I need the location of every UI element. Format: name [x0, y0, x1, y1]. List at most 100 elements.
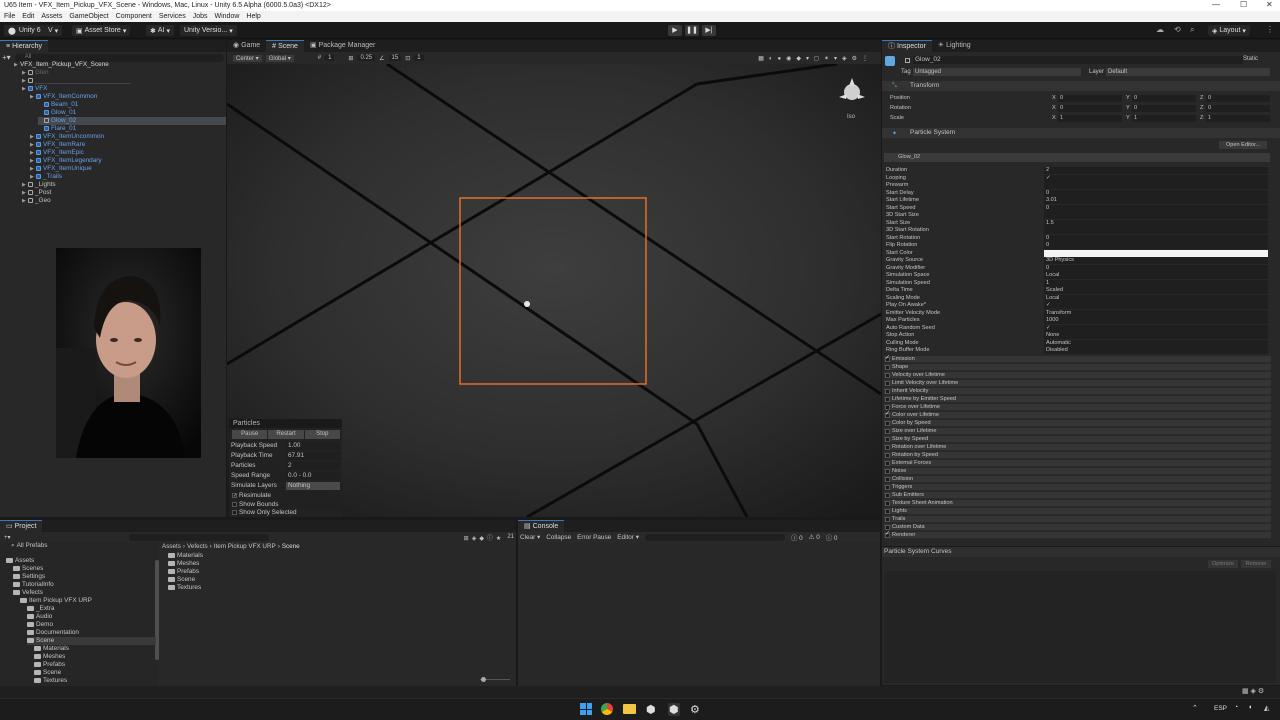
- menu-edit[interactable]: Edit: [22, 13, 34, 20]
- project-tree-item[interactable]: Audio: [27, 613, 52, 621]
- pivot-dropdown[interactable]: Center ▾: [233, 54, 262, 62]
- ps-property-value[interactable]: 0: [1044, 189, 1268, 197]
- tab-hierarchy[interactable]: ≡ Hierarchy: [0, 40, 49, 52]
- ps-property-value[interactable]: Automatic: [1044, 339, 1268, 347]
- project-tree-scrollbar[interactable]: [155, 560, 159, 660]
- transform-x-field[interactable]: 1: [1058, 115, 1122, 122]
- hierarchy-item[interactable]: ▶ VFX_ItemLegendary: [30, 157, 102, 165]
- ps-property-value[interactable]: [1044, 249, 1268, 257]
- ps-module-checkbox[interactable]: [885, 485, 890, 490]
- ps-property-value[interactable]: 0: [1044, 264, 1268, 272]
- ps-property-value[interactable]: 1.5: [1044, 219, 1268, 227]
- ps-module-checkbox[interactable]: [885, 421, 890, 426]
- project-file-item[interactable]: Meshes: [168, 560, 199, 568]
- project-tree-item[interactable]: Prefabs: [34, 661, 65, 669]
- project-tree-item[interactable]: Demo: [27, 621, 53, 629]
- unity-editor-icon[interactable]: ⬢: [668, 703, 680, 716]
- ps-module-checkbox[interactable]: [885, 469, 890, 474]
- ps-property-value[interactable]: ✓: [1044, 302, 1268, 309]
- start-icon[interactable]: [580, 703, 592, 715]
- menu-assets[interactable]: Assets: [41, 13, 62, 20]
- menu-component[interactable]: Component: [116, 13, 152, 20]
- ps-property-value[interactable]: Disabled: [1044, 347, 1268, 354]
- ps-property-value[interactable]: 0: [1044, 234, 1268, 242]
- menu-jobs[interactable]: Jobs: [193, 13, 208, 20]
- particles-restart-button[interactable]: Restart: [268, 430, 304, 439]
- ps-property-value[interactable]: Local: [1044, 294, 1268, 302]
- particles-row-value[interactable]: 1.00: [286, 442, 340, 450]
- ps-property-value[interactable]: ✓: [1044, 174, 1268, 182]
- ps-module-checkbox[interactable]: [885, 453, 890, 458]
- ps-module-checkbox[interactable]: [885, 445, 890, 450]
- ps-module-row[interactable]: Size over Lifetime: [884, 428, 1271, 435]
- transform-z-field[interactable]: 0: [1206, 95, 1270, 102]
- transform-y-field[interactable]: 0: [1132, 105, 1196, 112]
- project-tree-item[interactable]: Meshes: [34, 653, 65, 661]
- hierarchy-item[interactable]: ▶ _Geo: [22, 197, 51, 205]
- layout-dropdown[interactable]: ◈ Layout ▾: [1208, 25, 1250, 36]
- particles-stop-button[interactable]: Stop: [304, 430, 340, 439]
- ps-module-checkbox[interactable]: [885, 397, 890, 402]
- asset-store-button[interactable]: ▣ Asset Store ▾: [72, 25, 131, 36]
- menu-window[interactable]: Window: [215, 13, 240, 20]
- add-icon[interactable]: +▾: [2, 53, 11, 62]
- notification-icon[interactable]: ◭: [1264, 704, 1269, 712]
- favorites-all-prefabs[interactable]: ⌕ All Prefabs: [11, 542, 48, 550]
- file-explorer-icon[interactable]: [623, 704, 636, 714]
- transform-y-field[interactable]: 1: [1132, 115, 1196, 122]
- volume-icon[interactable]: ◖: [1248, 704, 1252, 711]
- ps-module-row[interactable]: Limit Velocity over Lifetime: [884, 380, 1271, 387]
- console-search-input[interactable]: [644, 533, 785, 541]
- ps-module-checkbox[interactable]: [885, 509, 890, 514]
- ps-module-checkbox[interactable]: [885, 461, 890, 466]
- transform-header[interactable]: Transform: [882, 81, 1280, 91]
- ps-property-value[interactable]: 0: [1044, 204, 1268, 212]
- project-tree-item[interactable]: Documentation: [27, 629, 79, 637]
- tab-lighting[interactable]: ☀ Lighting: [932, 40, 977, 52]
- particles-pause-button[interactable]: Pause: [232, 430, 268, 439]
- scene-view-tools[interactable]: ▦◐●◉◆▾◻✶▾◈⚙⋮: [758, 55, 873, 62]
- ps-module-row[interactable]: Lights: [884, 508, 1271, 515]
- menu-services[interactable]: Services: [159, 13, 186, 20]
- angle-icon[interactable]: ∠: [379, 55, 384, 62]
- settings-app-icon[interactable]: ⚙: [690, 703, 700, 716]
- tab-console[interactable]: ▤ Console: [518, 520, 565, 532]
- ps-property-value[interactable]: None: [1044, 332, 1268, 339]
- project-filter-icons[interactable]: ⊞◈◆ⓘ★: [464, 533, 505, 542]
- scale-snap-icon[interactable]: ⊡: [405, 55, 410, 62]
- angle-field[interactable]: 15: [388, 55, 402, 61]
- open-editor-button[interactable]: Open Editor...: [1219, 141, 1267, 149]
- maximize-button[interactable]: ☐: [1240, 0, 1247, 9]
- project-tree-item[interactable]: Settings: [13, 573, 45, 581]
- project-file-item[interactable]: Textures: [168, 584, 201, 592]
- console-log-count[interactable]: ⓘ 0: [826, 533, 838, 542]
- ps-module-row[interactable]: Triggers: [884, 484, 1271, 491]
- ps-module-row[interactable]: Lifetime by Emitter Speed: [884, 396, 1271, 403]
- tab-scene[interactable]: # Scene: [266, 40, 304, 52]
- tab-package-manager[interactable]: ▣ Package Manager: [304, 40, 381, 52]
- particles-row-value[interactable]: 2: [286, 462, 340, 470]
- play-button[interactable]: ▶: [668, 25, 682, 36]
- tray-chevron-icon[interactable]: ⌃: [1192, 704, 1198, 712]
- hierarchy-item[interactable]: ▶ VFX_ItemUnique: [30, 165, 92, 173]
- console-clear-button[interactable]: Clear ▾: [520, 533, 540, 541]
- ps-property-value[interactable]: Local: [1044, 272, 1268, 279]
- ps-module-row[interactable]: Shape: [884, 364, 1271, 371]
- optimize-button[interactable]: Optimize: [1208, 560, 1238, 568]
- ps-module-checkbox[interactable]: [885, 501, 890, 506]
- grid-icon[interactable]: #: [318, 55, 321, 61]
- ps-property-value[interactable]: 0: [1044, 242, 1268, 249]
- project-file-item[interactable]: Materials: [168, 552, 203, 560]
- unity-version-button[interactable]: Unity Versio... ▾: [180, 25, 237, 36]
- search-icon[interactable]: ⌕: [1190, 25, 1194, 35]
- ps-property-value[interactable]: [1044, 182, 1268, 189]
- project-tree-item[interactable]: Item Pickup VFX URP: [20, 597, 92, 605]
- ps-property-value[interactable]: [1044, 212, 1268, 219]
- project-search-input[interactable]: [128, 533, 269, 541]
- hierarchy-item[interactable]: ▶ VFX_ItemCommon: [30, 93, 97, 101]
- ps-module-row[interactable]: Custom Data: [884, 524, 1271, 531]
- ps-module-checkbox[interactable]: [885, 531, 890, 538]
- remove-button[interactable]: Remove: [1241, 560, 1271, 568]
- transform-z-field[interactable]: 1: [1206, 115, 1270, 122]
- tab-inspector[interactable]: ⓘ Inspector: [882, 40, 932, 52]
